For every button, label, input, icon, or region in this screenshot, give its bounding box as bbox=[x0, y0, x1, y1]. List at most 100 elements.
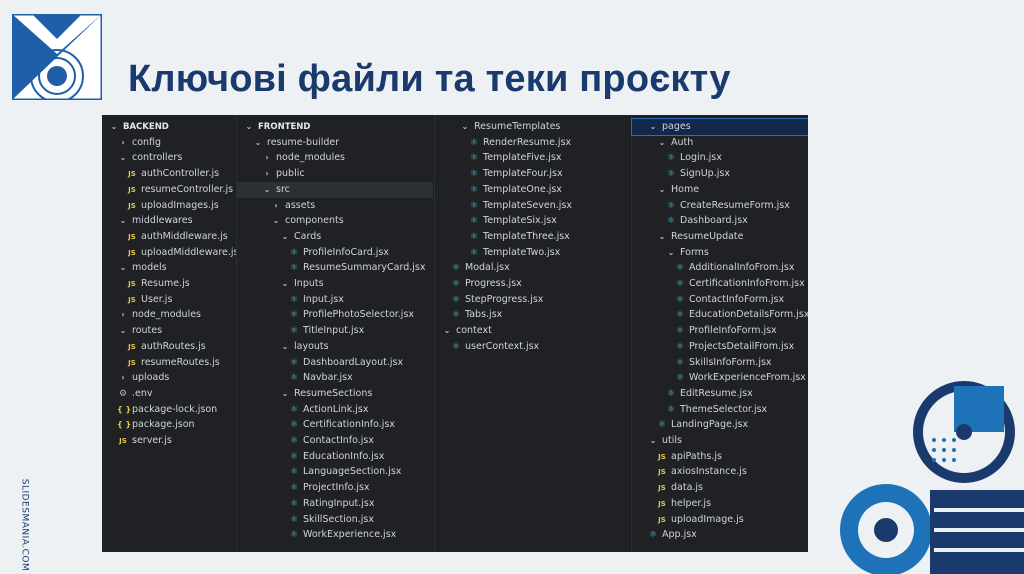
folder-item[interactable]: ⌄ routes bbox=[102, 323, 235, 339]
folder-item[interactable]: ⌄ Home bbox=[632, 182, 808, 198]
file-item[interactable]: JS uploadImages.js bbox=[102, 198, 235, 214]
folder-item[interactable]: › node_modules bbox=[102, 307, 235, 323]
file-item[interactable]: ⚛ Modal.jsx bbox=[435, 260, 630, 276]
file-item[interactable]: JS authRoutes.js bbox=[102, 339, 235, 355]
file-item[interactable]: ⚛ App.jsx bbox=[632, 527, 808, 543]
file-item[interactable]: ⚛ ProfileInfoCard.jsx bbox=[237, 245, 433, 261]
folder-item[interactable]: ⌄ middlewares bbox=[102, 213, 235, 229]
file-item[interactable]: ⚛ SignUp.jsx bbox=[632, 166, 808, 182]
file-item[interactable]: ⚛ ContactInfoForm.jsx bbox=[632, 292, 808, 308]
file-item[interactable]: JS Resume.js bbox=[102, 276, 235, 292]
folder-item[interactable]: ⌄ layouts bbox=[237, 339, 433, 355]
folder-item[interactable]: ⌄ FRONTEND bbox=[237, 119, 433, 135]
folder-item[interactable]: ⌄ ResumeSections bbox=[237, 386, 433, 402]
file-item[interactable]: ⚛ TemplateThree.jsx bbox=[435, 229, 630, 245]
file-item[interactable]: ⚛ Progress.jsx bbox=[435, 276, 630, 292]
folder-item[interactable]: › node_modules bbox=[237, 150, 433, 166]
file-item[interactable]: ⚛ ThemeSelector.jsx bbox=[632, 402, 808, 418]
file-item[interactable]: ⚛ TemplateOne.jsx bbox=[435, 182, 630, 198]
file-item[interactable]: ⚛ CertificationInfo.jsx bbox=[237, 417, 433, 433]
file-item[interactable]: ⚛ EducationInfo.jsx bbox=[237, 449, 433, 465]
file-item[interactable]: ⚛ Input.jsx bbox=[237, 292, 433, 308]
file-item[interactable]: ⚛ TemplateSix.jsx bbox=[435, 213, 630, 229]
folder-item[interactable]: ⌄ resume-builder bbox=[237, 135, 433, 151]
file-item[interactable]: ⚛ AdditionalInfoFrom.jsx bbox=[632, 260, 808, 276]
file-item[interactable]: ⚛ SkillSection.jsx bbox=[237, 512, 433, 528]
file-item[interactable]: ⚛ EditResume.jsx bbox=[632, 386, 808, 402]
folder-item[interactable]: ⌄ src bbox=[237, 181, 433, 198]
file-item[interactable]: ⚛ LandingPage.jsx bbox=[632, 417, 808, 433]
file-item[interactable]: JS apiPaths.js bbox=[632, 449, 808, 465]
file-item[interactable]: JS authMiddleware.js bbox=[102, 229, 235, 245]
file-item[interactable]: JS data.js bbox=[632, 480, 808, 496]
react-file-icon: ⚛ bbox=[451, 310, 461, 321]
folder-item[interactable]: ⌄ Inputs bbox=[237, 276, 433, 292]
file-item[interactable]: ⚛ TemplateSeven.jsx bbox=[435, 198, 630, 214]
folder-item[interactable]: ⌄ components bbox=[237, 213, 433, 229]
file-item[interactable]: ⚛ WorkExperienceFrom.jsx bbox=[632, 370, 808, 386]
file-item[interactable]: ⚛ TemplateFive.jsx bbox=[435, 150, 630, 166]
item-label: Home bbox=[671, 183, 700, 195]
file-item[interactable]: ⚛ RenderResume.jsx bbox=[435, 135, 630, 151]
file-item[interactable]: ⚛ ProfileInfoForm.jsx bbox=[632, 323, 808, 339]
file-item[interactable]: JS resumeController.js bbox=[102, 182, 235, 198]
react-file-icon: ⚛ bbox=[289, 326, 299, 337]
file-item[interactable]: JS server.js bbox=[102, 433, 235, 449]
folder-item[interactable]: ⌄ pages bbox=[631, 118, 808, 136]
file-item[interactable]: ⚛ ActionLink.jsx bbox=[237, 402, 433, 418]
file-item[interactable]: ⚛ Dashboard.jsx bbox=[632, 213, 808, 229]
react-file-icon: ⚛ bbox=[289, 530, 299, 541]
folder-item[interactable]: ⌄ Forms bbox=[632, 245, 808, 261]
file-item[interactable]: ⚛ Tabs.jsx bbox=[435, 307, 630, 323]
file-item[interactable]: JS uploadMiddleware.js bbox=[102, 245, 238, 261]
folder-item[interactable]: › uploads bbox=[102, 370, 235, 386]
folder-item[interactable]: ⌄ controllers bbox=[102, 150, 235, 166]
item-label: RenderResume.jsx bbox=[483, 136, 572, 148]
file-item[interactable]: ⚛ StepProgress.jsx bbox=[435, 292, 630, 308]
file-item[interactable]: ⚛ Login.jsx bbox=[632, 150, 808, 166]
file-item[interactable]: ⚛ ContactInfo.jsx bbox=[237, 433, 433, 449]
folder-item[interactable]: ⌄ BACKEND bbox=[102, 119, 235, 135]
file-item[interactable]: ⚛ ProjectsDetailFrom.jsx bbox=[632, 339, 808, 355]
file-item[interactable]: JS User.js bbox=[102, 292, 235, 308]
folder-item[interactable]: › public bbox=[237, 166, 433, 182]
item-label: ResumeSections bbox=[294, 387, 373, 399]
file-item[interactable]: ⚛ Navbar.jsx bbox=[237, 370, 433, 386]
folder-item[interactable]: › assets bbox=[237, 198, 433, 214]
file-item[interactable]: ⚙ .env bbox=[102, 386, 235, 402]
react-file-icon: ⚛ bbox=[657, 420, 667, 431]
file-item[interactable]: ⚛ TemplateFour.jsx bbox=[435, 166, 630, 182]
react-file-icon: ⚛ bbox=[666, 153, 676, 164]
file-item[interactable]: { }package.json bbox=[102, 417, 235, 433]
chevron-down-icon: ⌄ bbox=[649, 436, 657, 445]
file-item[interactable]: ⚛ CreateResumeForm.jsx bbox=[632, 198, 808, 214]
folder-item[interactable]: ⌄ context bbox=[435, 323, 630, 339]
file-item[interactable]: JS authController.js bbox=[102, 166, 235, 182]
file-item[interactable]: ⚛ WorkExperience.jsx bbox=[237, 527, 433, 543]
file-item[interactable]: ⚛ ProjectInfo.jsx bbox=[237, 480, 433, 496]
folder-item[interactable]: ⌄ models bbox=[102, 260, 235, 276]
file-item[interactable]: ⚛ ResumeSummaryCard.jsx bbox=[237, 260, 433, 276]
file-item[interactable]: JS helper.js bbox=[632, 496, 808, 512]
folder-item[interactable]: ⌄ Cards bbox=[237, 229, 433, 245]
folder-item[interactable]: ⌄ utils bbox=[632, 433, 808, 449]
file-item[interactable]: ⚛ EducationDetailsForm.jsx bbox=[632, 307, 808, 323]
file-item[interactable]: ⚛ RatingInput.jsx bbox=[237, 496, 433, 512]
file-item[interactable]: ⚛ CertificationInfoFrom.jsx bbox=[632, 276, 808, 292]
file-item[interactable]: ⚛ userContext.jsx bbox=[435, 339, 630, 355]
js-file-icon: JS bbox=[658, 468, 666, 477]
file-item[interactable]: JS uploadImage.js bbox=[632, 512, 808, 528]
file-item[interactable]: JS axiosInstance.js bbox=[632, 464, 808, 480]
file-item[interactable]: ⚛ DashboardLayout.jsx bbox=[237, 355, 433, 371]
folder-item[interactable]: ⌄ ResumeUpdate bbox=[632, 229, 808, 245]
file-item[interactable]: JS resumeRoutes.js bbox=[102, 355, 235, 371]
file-item[interactable]: ⚛ SkillsInfoForm.jsx bbox=[632, 355, 808, 371]
folder-item[interactable]: ⌄ Auth bbox=[632, 135, 808, 151]
file-item[interactable]: ⚛ TemplateTwo.jsx bbox=[435, 245, 630, 261]
folder-item[interactable]: ⌄ ResumeTemplates bbox=[435, 119, 630, 135]
file-item[interactable]: ⚛ ProfilePhotoSelector.jsx bbox=[237, 307, 433, 323]
file-item[interactable]: { }package-lock.json bbox=[102, 402, 235, 418]
folder-item[interactable]: › config bbox=[102, 135, 235, 151]
file-item[interactable]: ⚛ LanguageSection.jsx bbox=[237, 464, 433, 480]
file-item[interactable]: ⚛ TitleInput.jsx bbox=[237, 323, 433, 339]
